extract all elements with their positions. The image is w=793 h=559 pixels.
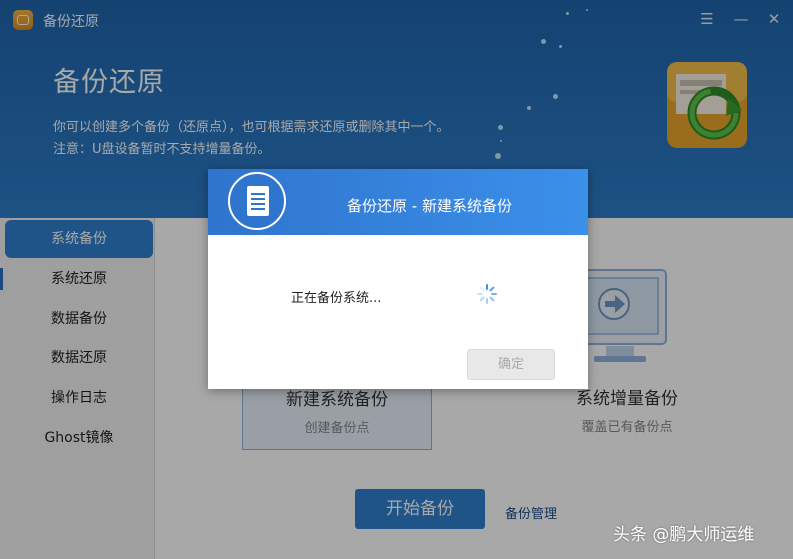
progress-message: 正在备份系统... xyxy=(291,291,382,306)
dialog-title: 备份还原 - 新建系统备份 xyxy=(347,197,512,215)
watermark: 头条 @鹏大师运维 xyxy=(613,525,755,545)
document-icon xyxy=(228,172,286,230)
dialog-header: 备份还原 - 新建系统备份 xyxy=(208,169,588,235)
backup-progress-dialog: 备份还原 - 新建系统备份 正在备份系统... 确定 xyxy=(208,169,588,389)
confirm-button[interactable]: 确定 xyxy=(467,349,555,380)
loading-spinner-icon xyxy=(477,284,497,304)
